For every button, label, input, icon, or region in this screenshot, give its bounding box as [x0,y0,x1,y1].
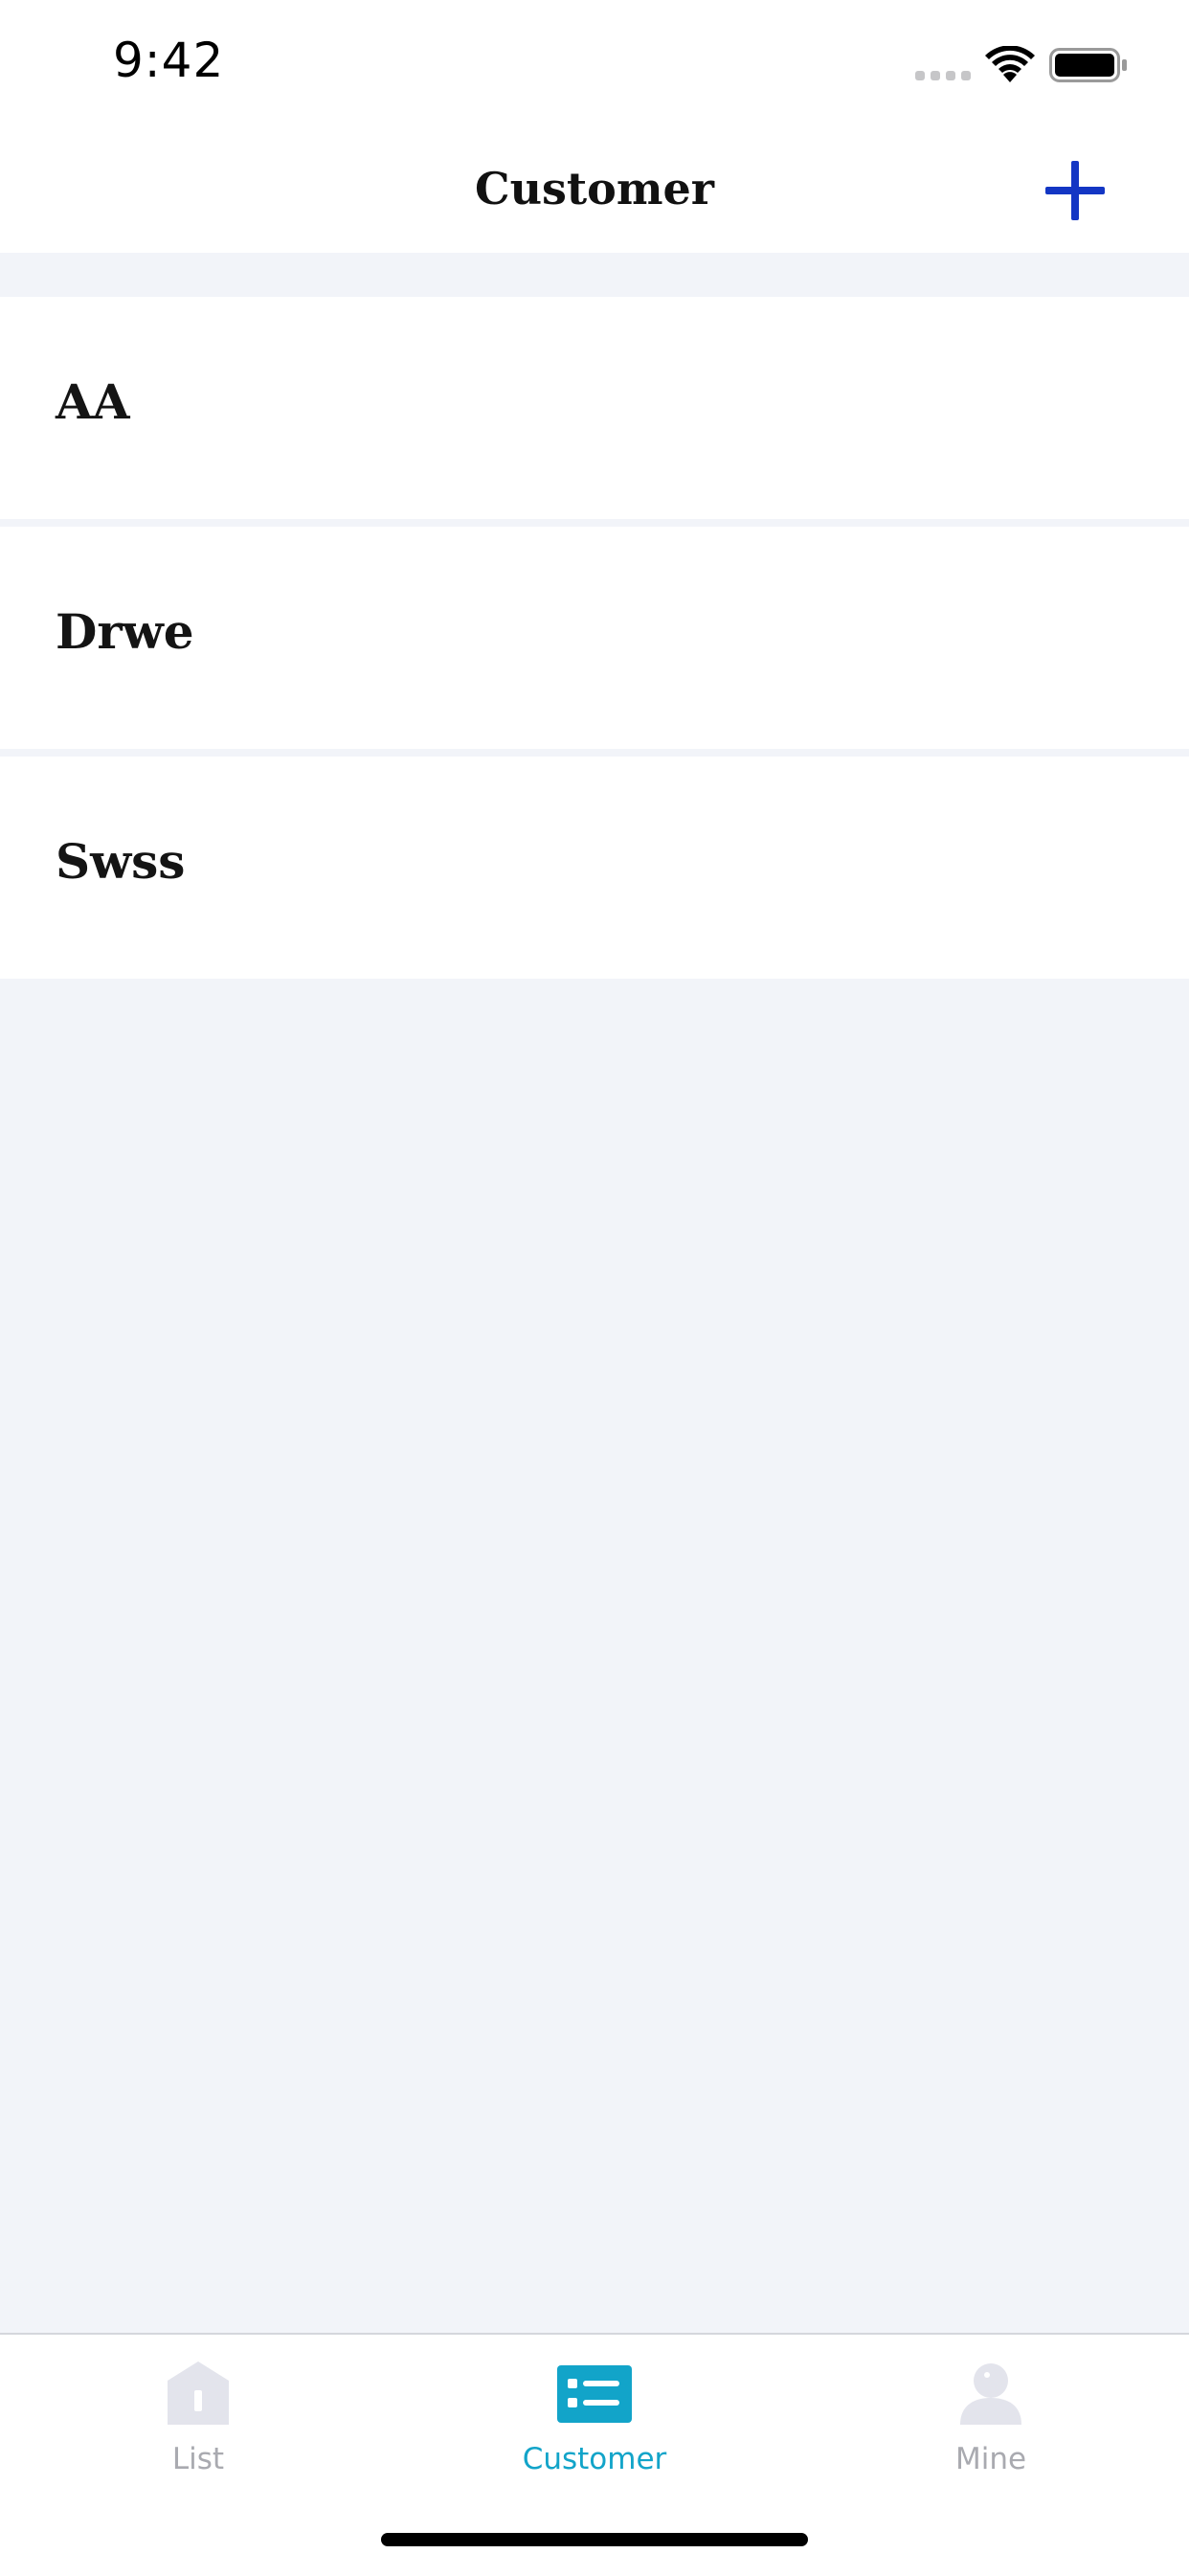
wifi-icon [985,46,1035,82]
status-time: 9:42 [113,33,225,88]
navigation-bar: Customer [0,130,1189,253]
customer-name: AA [56,373,130,430]
customer-name: Swss [56,833,186,890]
status-bar: 9:42 [0,0,1189,130]
person-icon [960,2363,1021,2425]
cellular-signal-icon [915,71,971,80]
customer-list-item[interactable]: Swss [0,757,1189,979]
page-title: Customer [474,163,715,215]
add-customer-button[interactable] [1042,157,1109,224]
tab-mine[interactable]: Mine [793,2335,1189,2497]
tab-list-label: List [171,2442,225,2476]
tab-customer-label: Customer [522,2442,667,2476]
list-card-icon [557,2365,632,2423]
battery-icon [1049,48,1127,82]
plus-icon [1045,161,1105,220]
tab-list[interactable]: List [0,2335,396,2497]
home-icon [168,2361,229,2425]
customer-list-item[interactable]: AA [0,297,1189,519]
tab-mine-label: Mine [954,2442,1027,2476]
tab-customer[interactable]: Customer [396,2335,793,2497]
customer-list: AA Drwe Swss [0,297,1189,979]
customer-name: Drwe [56,603,194,660]
customer-list-item[interactable]: Drwe [0,527,1189,749]
home-indicator [381,2533,808,2546]
